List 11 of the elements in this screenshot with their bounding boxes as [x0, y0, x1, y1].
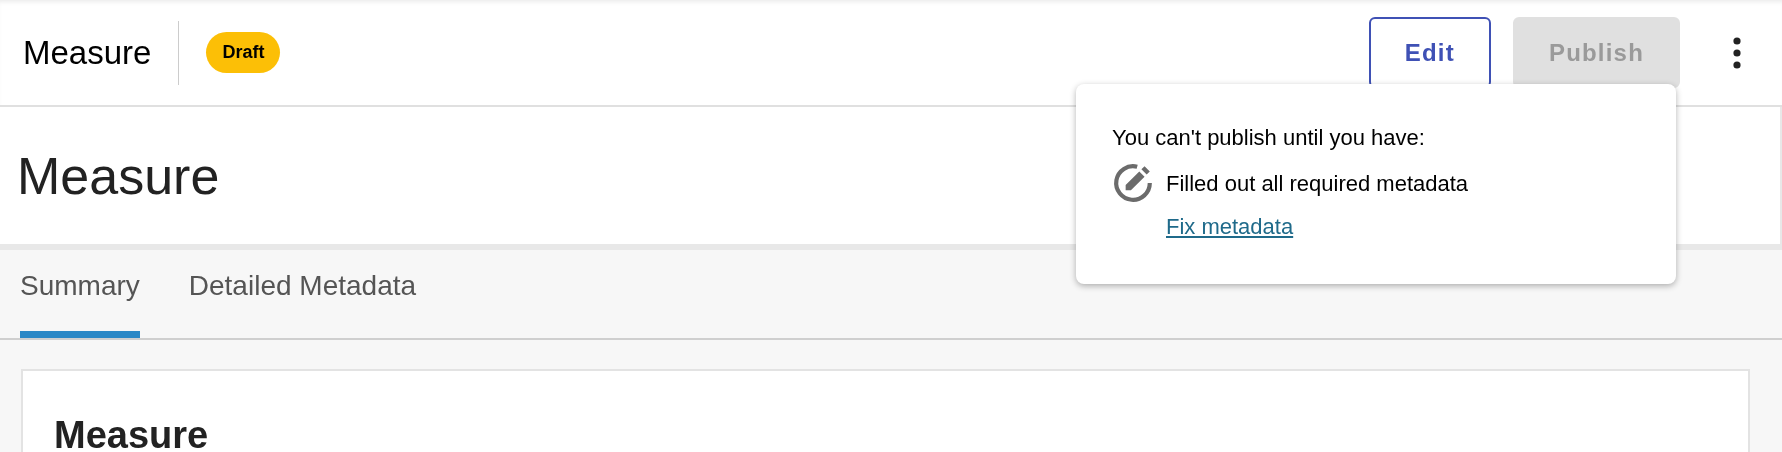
edit-circle-icon — [1112, 162, 1154, 204]
fix-metadata-link[interactable]: Fix metadata — [1166, 210, 1294, 243]
card-heading: Measure — [54, 414, 209, 452]
app-title: Measure — [23, 32, 152, 73]
tab[interactable]: Detailed Metadata — [188, 265, 417, 338]
requirement-text: Filled out all required metadata — [1166, 169, 1469, 198]
page-title: Measure — [17, 145, 220, 207]
more-icon[interactable] — [1732, 36, 1742, 69]
popover-heading: You can't publish until you have: — [1112, 124, 1426, 152]
tab[interactable]: Summary — [20, 265, 140, 338]
status-badge: Draft — [206, 32, 281, 73]
